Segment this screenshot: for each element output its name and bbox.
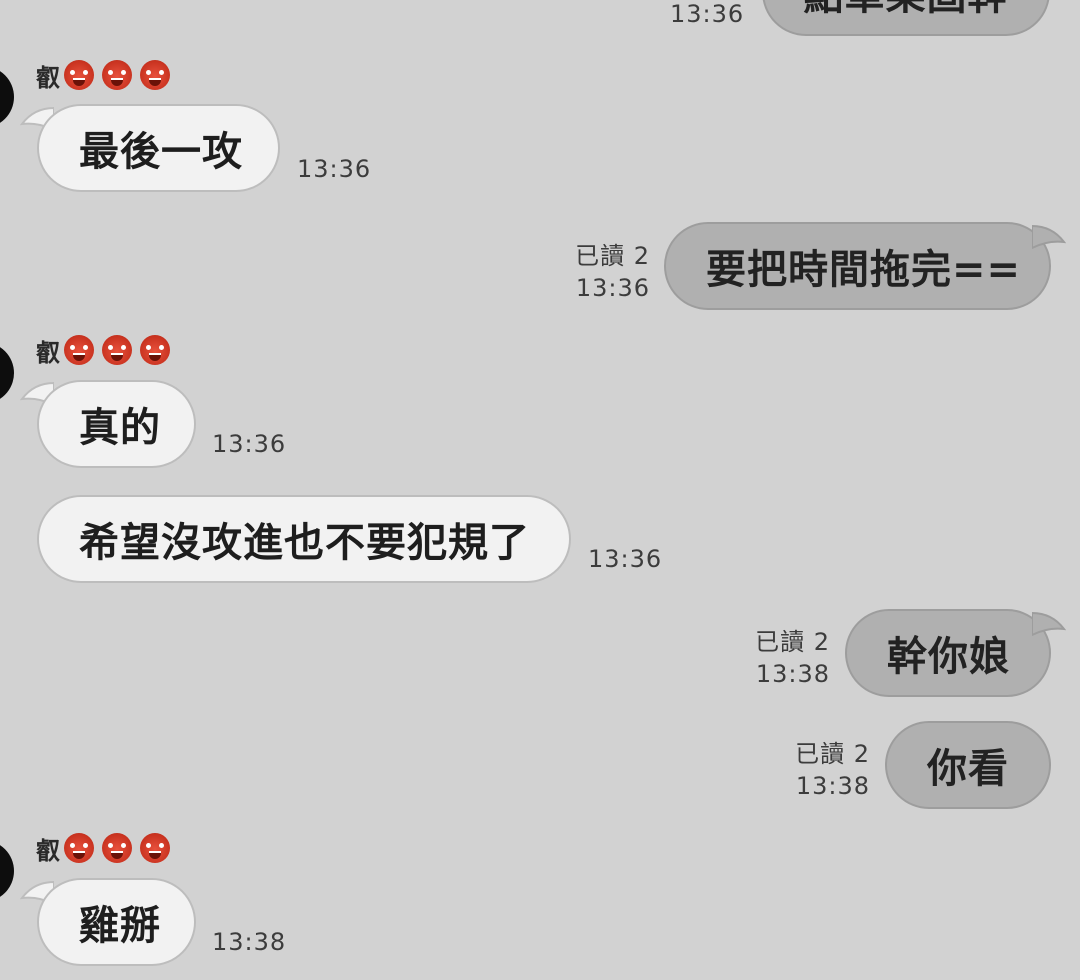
sender-name-row: 叡	[36, 830, 178, 866]
incoming-message-bubble[interactable]: 希望沒攻進也不要犯規了	[37, 495, 571, 583]
message-time: 13:36	[297, 155, 372, 183]
ogre-emoji-icon	[64, 335, 94, 365]
ogre-emoji-icon	[102, 335, 132, 365]
ogre-emoji-icon	[140, 60, 170, 90]
read-receipt: 已讀 2 13:38	[740, 626, 830, 690]
ogre-emoji-icon	[64, 60, 94, 90]
outgoing-message-bubble[interactable]: 點單桀固幹	[762, 0, 1050, 36]
message-time: 13:38	[795, 772, 870, 800]
read-receipt: 已讀 2 13:38	[780, 738, 870, 802]
message-time: 13:36	[588, 545, 663, 573]
read-count: 已讀 2	[755, 628, 830, 656]
sender-avatar[interactable]	[0, 66, 14, 128]
message-time: 13:36	[212, 430, 287, 458]
sender-name-row: 叡	[36, 57, 178, 93]
read-count: 已讀 2	[575, 242, 650, 270]
message-time: 13:36	[670, 0, 745, 28]
read-count: 已讀 2	[795, 740, 870, 768]
ogre-emoji-icon	[140, 833, 170, 863]
outgoing-message-bubble[interactable]: 幹你娘	[845, 609, 1051, 697]
sender-name: 叡	[36, 338, 60, 367]
chat-area: 13:36 點單桀固幹 叡 最後一攻 13:36 已讀 2 13:36 要把時間…	[0, 0, 1080, 980]
sender-name: 叡	[36, 836, 60, 865]
ogre-emoji-icon	[140, 335, 170, 365]
bubble-tail	[1032, 611, 1066, 637]
incoming-message-bubble[interactable]: 最後一攻	[37, 104, 280, 192]
outgoing-message-bubble[interactable]: 你看	[885, 721, 1051, 809]
read-receipt: 已讀 2 13:36	[560, 240, 650, 304]
incoming-message-bubble[interactable]: 真的	[37, 380, 196, 468]
message-time: 13:38	[212, 928, 287, 956]
sender-avatar[interactable]	[0, 840, 14, 902]
outgoing-message-bubble[interactable]: 要把時間拖完==	[664, 222, 1051, 310]
bubble-tail	[1032, 224, 1066, 250]
ogre-emoji-icon	[102, 833, 132, 863]
ogre-emoji-icon	[64, 833, 94, 863]
ogre-emoji-icon	[102, 60, 132, 90]
incoming-message-bubble[interactable]: 雞掰	[37, 878, 196, 966]
sender-name-row: 叡	[36, 332, 178, 368]
message-time: 13:36	[575, 274, 650, 302]
message-time: 13:38	[755, 660, 830, 688]
sender-name: 叡	[36, 63, 60, 92]
sender-avatar[interactable]	[0, 342, 14, 404]
